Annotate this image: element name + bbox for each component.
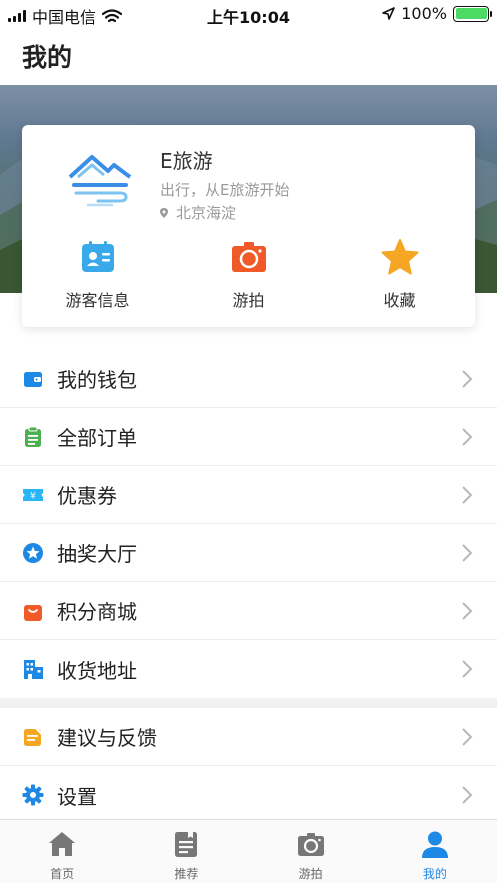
tab-label: 推荐 [174,867,199,881]
chevron-right-icon [462,543,473,562]
clipboard-icon [25,426,41,447]
visitor-info-button[interactable]: 游客信息 [22,237,173,311]
coupon-icon: ¥ [23,488,43,501]
svg-text:¥: ¥ [30,491,36,501]
menu-label: 收货地址 [57,658,137,683]
menu-label: 建议与反馈 [57,726,157,750]
tab-bar: 首页 推荐 游拍 我的 [0,819,497,883]
menu-label: 优惠券 [57,484,117,508]
chevron-right-icon [462,369,473,388]
battery-level [455,8,487,19]
favorites-label: 收藏 [383,291,416,310]
app-logo-icon [68,155,132,207]
battery-percent: 100% [401,4,447,23]
location-arrow-icon [382,7,396,20]
profile-location: 北京海淀 [160,202,236,223]
chevron-right-icon [462,427,473,446]
menu-item-wallet[interactable]: 我的钱包 [0,350,497,408]
recommend-icon [175,832,198,857]
wallet-icon [24,371,42,387]
chevron-right-icon [462,727,473,746]
quick-actions: 游客信息 游拍 收藏 [22,237,475,311]
shopping-bag-icon [24,604,42,621]
tab-label: 游拍 [298,867,323,881]
tab-mine[interactable]: 我的 [373,820,497,883]
camera-icon [297,833,324,856]
chevron-right-icon [462,660,473,678]
visitor-info-label: 游客信息 [65,291,130,310]
menu-item-feedback[interactable]: 建议与反馈 [0,708,497,766]
section-divider [0,698,497,708]
user-icon [421,831,448,858]
building-icon [24,660,43,679]
location-pin-icon [160,207,168,218]
menu-label: 我的钱包 [57,368,137,392]
page-title: 我的 [22,43,73,72]
status-bar: 中国电信 上午10:04 100% [0,0,497,28]
menu-item-points-mall[interactable]: 积分商城 [0,582,497,640]
camera-icon [231,242,266,272]
tab-label: 首页 [50,867,75,881]
tab-home[interactable]: 首页 [0,820,124,883]
feedback-icon [24,726,43,746]
gear-icon [22,784,44,806]
chevron-right-icon [462,601,473,620]
menu-item-orders[interactable]: 全部订单 [0,408,497,466]
menu-label: 积分商城 [57,600,137,624]
tab-label: 我的 [422,867,447,881]
status-right: 100% [382,4,492,23]
favorites-button[interactable]: 收藏 [324,237,475,311]
home-icon [49,832,76,856]
battery-icon [453,5,492,22]
chevron-right-icon [462,786,473,804]
profile-slogan: 出行，从E旅游开始 [160,181,290,199]
star-icon [381,239,418,275]
profile-card: E旅游 出行，从E旅游开始 北京海淀 游客信息 游拍 收藏 [22,125,475,327]
id-card-icon [81,241,114,272]
location-label: 北京海淀 [176,204,237,222]
menu-item-coupons[interactable]: ¥ 优惠券 [0,466,497,524]
profile-name: E旅游 [160,149,213,173]
photo-button[interactable]: 游拍 [173,237,324,311]
tab-recommend[interactable]: 推荐 [124,820,248,883]
chevron-right-icon [462,485,473,504]
menu-label: 抽奖大厅 [57,542,137,566]
menu-label: 设置 [57,784,97,809]
photo-label: 游拍 [232,291,265,310]
tab-photo[interactable]: 游拍 [249,820,373,883]
menu-item-lottery[interactable]: 抽奖大厅 [0,524,497,582]
menu-item-settings[interactable]: 设置 [0,766,497,824]
lottery-star-icon [23,542,43,563]
menu-item-address[interactable]: 收货地址 [0,640,497,698]
menu-label: 全部订单 [57,426,137,450]
